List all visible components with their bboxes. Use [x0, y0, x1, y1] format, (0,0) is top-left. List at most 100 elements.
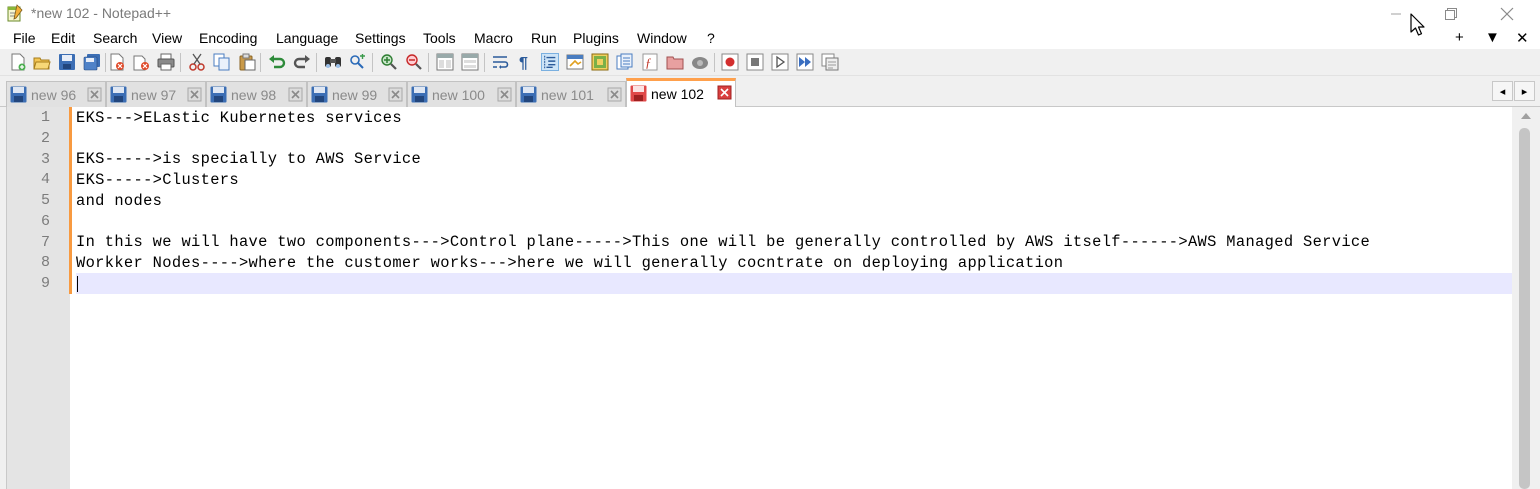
zoom-out-icon[interactable]	[405, 53, 423, 71]
menu-help[interactable]: ?	[707, 30, 715, 46]
menu-tools[interactable]: Tools	[423, 30, 456, 46]
code-line[interactable]: EKS----->is specially to AWS Service	[76, 150, 421, 168]
line-number: 9	[40, 275, 50, 292]
cut-icon[interactable]	[188, 53, 206, 71]
tab-close-icon[interactable]	[388, 87, 403, 102]
word-wrap-icon[interactable]	[492, 53, 510, 71]
menu-edit[interactable]: Edit	[51, 30, 75, 46]
tab-new-98[interactable]: new 98	[206, 81, 307, 107]
tab-new-96[interactable]: new 96	[6, 81, 106, 107]
tab-new-97[interactable]: new 97	[106, 81, 206, 107]
print-icon[interactable]	[157, 53, 175, 71]
menu-view[interactable]: View	[152, 30, 182, 46]
tab-label: new 98	[231, 87, 277, 103]
menu-encoding[interactable]: Encoding	[199, 30, 257, 46]
tab-new-100[interactable]: new 100	[407, 81, 516, 107]
tab-close-icon[interactable]	[717, 85, 732, 100]
tab-scroll-right-button[interactable]: ▸	[1514, 81, 1535, 101]
change-history-bar	[69, 107, 72, 294]
redo-icon[interactable]	[293, 53, 311, 71]
new-file-icon[interactable]	[9, 53, 27, 71]
save-macro-icon[interactable]	[821, 53, 839, 71]
text-area[interactable]: EKS--->ELastic Kubernetes services EKS--…	[76, 107, 1512, 489]
tab-scroll-left-button[interactable]: ◂	[1492, 81, 1513, 101]
close-window-button[interactable]	[1484, 0, 1530, 27]
menu-plugins[interactable]: Plugins	[573, 30, 619, 46]
menu-file[interactable]: File	[13, 30, 36, 46]
copy-icon[interactable]	[213, 53, 231, 71]
tab-new-102[interactable]: new 102	[626, 78, 736, 108]
menu-macro[interactable]: Macro	[474, 30, 513, 46]
find-icon[interactable]	[324, 53, 342, 71]
menu-window[interactable]: Window	[637, 30, 687, 46]
code-line[interactable]: and nodes	[76, 192, 162, 210]
tab-close-icon[interactable]	[87, 87, 102, 102]
scrollbar-thumb[interactable]	[1519, 128, 1530, 489]
menu-run[interactable]: Run	[531, 30, 557, 46]
saved-document-icon	[520, 86, 537, 103]
code-line[interactable]: EKS----->Clusters	[76, 171, 239, 189]
menu-language[interactable]: Language	[276, 30, 338, 46]
code-line[interactable]: EKS--->ELastic Kubernetes services	[76, 109, 402, 127]
new-tab-button[interactable]: +	[1455, 29, 1464, 46]
zoom-in-icon[interactable]	[380, 53, 398, 71]
document-list-icon[interactable]	[616, 53, 634, 71]
line-number: 8	[40, 254, 50, 271]
show-all-characters-icon[interactable]: ¶	[516, 53, 534, 71]
menu-search[interactable]: Search	[93, 30, 137, 46]
tab-label: new 96	[31, 87, 77, 103]
scroll-up-icon[interactable]	[1521, 113, 1531, 119]
tab-new-101[interactable]: new 101	[516, 81, 626, 107]
menu-settings[interactable]: Settings	[355, 30, 406, 46]
sync-vertical-icon[interactable]	[436, 53, 454, 71]
document-map-icon[interactable]	[591, 53, 609, 71]
restore-icon	[1445, 7, 1457, 20]
record-macro-icon[interactable]	[721, 53, 739, 71]
undo-icon[interactable]	[268, 53, 286, 71]
folder-workspace-icon[interactable]	[666, 53, 684, 71]
play-macro-icon[interactable]	[771, 53, 789, 71]
open-file-icon[interactable]	[33, 53, 51, 71]
toolbar-separator	[105, 53, 106, 72]
replace-icon[interactable]	[349, 53, 367, 71]
run-macro-multiple-icon[interactable]	[796, 53, 814, 71]
tab-new-99[interactable]: new 99	[307, 81, 407, 107]
tab-close-icon[interactable]	[288, 87, 303, 102]
vertical-scrollbar[interactable]	[1512, 107, 1540, 489]
tab-list-dropdown-button[interactable]: ▼	[1485, 29, 1500, 46]
line-number: 5	[40, 192, 50, 209]
saved-document-icon	[311, 86, 328, 103]
function-list-icon[interactable]: ƒ	[641, 53, 659, 71]
svg-text:ƒ: ƒ	[645, 55, 652, 70]
saved-document-icon	[10, 86, 27, 103]
paste-icon[interactable]	[238, 53, 256, 71]
editor[interactable]: 1 2 3 4 5 6 7 8 9 EKS--->ELastic Kuberne…	[6, 107, 1540, 489]
monitoring-icon[interactable]	[691, 53, 709, 71]
saved-document-icon	[210, 86, 227, 103]
toolbar-separator	[260, 53, 261, 72]
close-icon[interactable]	[108, 53, 126, 71]
code-line[interactable]: In this we will have two components--->C…	[76, 233, 1370, 251]
code-line[interactable]: Workker Nodes---->where the customer wor…	[76, 254, 1063, 272]
indent-guide-icon[interactable]	[541, 53, 559, 71]
tab-close-icon[interactable]	[187, 87, 202, 102]
udl-icon[interactable]	[566, 53, 584, 71]
save-all-icon[interactable]	[83, 53, 101, 71]
tab-label: new 102	[651, 86, 704, 102]
close-document-button[interactable]: ✕	[1516, 29, 1529, 47]
saved-document-icon	[110, 86, 127, 103]
stop-macro-icon[interactable]	[746, 53, 764, 71]
tab-close-icon[interactable]	[607, 87, 622, 102]
toolbar-separator	[180, 53, 181, 72]
toolbar-separator	[484, 53, 485, 72]
tab-close-icon[interactable]	[497, 87, 512, 102]
sync-horizontal-icon[interactable]	[461, 53, 479, 71]
line-number-gutter: 1 2 3 4 5 6 7 8 9	[7, 107, 70, 489]
chevron-right-icon: ▸	[1521, 85, 1528, 98]
close-all-icon[interactable]	[133, 53, 151, 71]
save-icon[interactable]	[58, 53, 76, 71]
line-number: 7	[40, 234, 50, 251]
line-number: 6	[40, 213, 50, 230]
restore-button[interactable]	[1428, 0, 1474, 27]
saved-document-icon	[411, 86, 428, 103]
